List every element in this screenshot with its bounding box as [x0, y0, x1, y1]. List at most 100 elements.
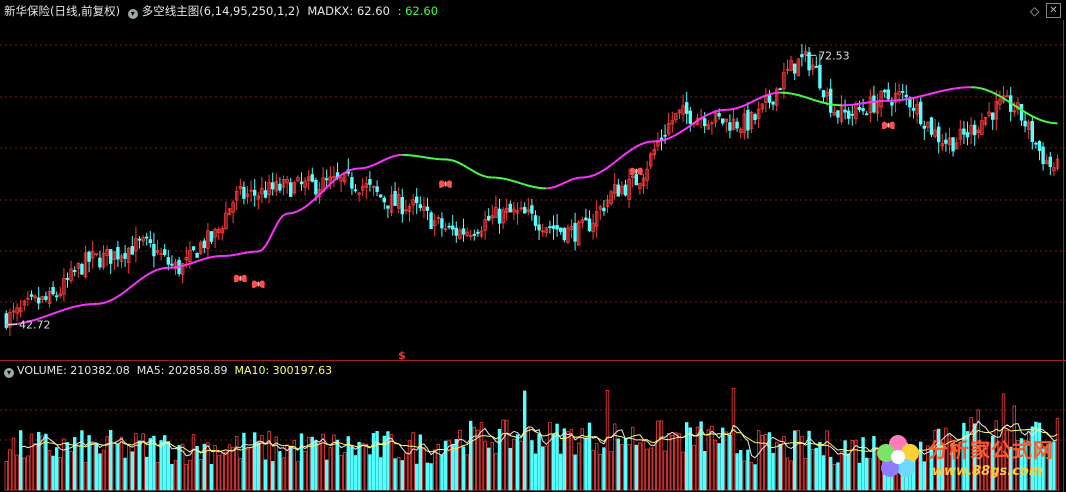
candle-body [587, 218, 592, 232]
madkx-segment [81, 303, 86, 307]
watermark: 分析家公式网 www.88gs.com [872, 426, 1062, 488]
butterfly-wing [636, 167, 643, 176]
volume-bar [865, 457, 869, 491]
madkx-segment [567, 178, 572, 183]
volume-menu-icon[interactable]: ▾ [4, 368, 14, 378]
madkx-segment [574, 176, 579, 180]
candle-body [929, 117, 934, 135]
candle-body [263, 190, 268, 198]
madkx-segment [103, 300, 108, 304]
candle-body [573, 223, 577, 242]
butterfly-wing [445, 180, 453, 188]
madkx-segment [45, 313, 50, 318]
volume-bar [94, 443, 98, 491]
candle-body [857, 107, 862, 110]
volume-bar [699, 421, 703, 491]
candle-body [98, 257, 102, 268]
candle-body [440, 218, 444, 229]
candle-body [202, 240, 206, 249]
s-marker: $ [398, 349, 406, 362]
volume-bar [854, 439, 858, 491]
volume-bar [137, 440, 142, 491]
madkx-segment [988, 90, 994, 94]
madkx-segment [816, 99, 821, 103]
volume-bar [55, 447, 59, 491]
volume-bar [850, 440, 854, 491]
volume-bar [623, 438, 628, 491]
volume-bar [285, 444, 289, 491]
candle-body [447, 225, 451, 228]
volume-bar [753, 464, 757, 491]
volume-bar [386, 431, 390, 491]
volume-bar [288, 445, 293, 491]
volume-bar [577, 442, 581, 491]
madkx-segment [906, 97, 911, 101]
volume-bar [861, 437, 865, 491]
madkx-segment [376, 160, 382, 165]
madkx-segment [1028, 113, 1033, 118]
candle-body [1048, 156, 1052, 168]
madkx-segment [56, 310, 61, 314]
madkx-segment [160, 267, 165, 270]
madkx-segment [603, 166, 609, 171]
candle-body [1030, 120, 1034, 142]
madkx-segment [340, 171, 346, 176]
volume-bar [825, 430, 829, 491]
candle-body [382, 197, 386, 203]
volume-bar [703, 450, 707, 491]
madkx-segment [146, 272, 151, 277]
volume-bar [400, 460, 404, 491]
candle-body [717, 113, 721, 117]
madkx-segment [787, 92, 792, 95]
candle-body [144, 236, 149, 239]
candle-body [962, 128, 966, 135]
volume-bar [681, 451, 685, 491]
madkx-segment [830, 103, 835, 106]
candle-body [1019, 103, 1024, 121]
volume-bar [634, 444, 638, 491]
candle-body [429, 212, 433, 230]
volume-bar [328, 447, 332, 491]
volume-bar [299, 433, 304, 491]
madkx-segment [131, 282, 137, 287]
candle-body [324, 178, 329, 181]
volume-bar [80, 430, 84, 491]
madkx-segment [664, 137, 670, 141]
madkx-segment [182, 263, 187, 267]
volume-bar [360, 442, 365, 491]
candle-body [350, 177, 354, 189]
volume-bar [785, 457, 790, 491]
volume-bar [591, 449, 595, 491]
madkx-segment [473, 170, 479, 175]
butterfly-wing [438, 180, 446, 188]
candle-body [991, 112, 995, 120]
candle-body [195, 252, 199, 258]
candle-body [836, 110, 840, 118]
madkx-segment [157, 267, 162, 271]
madkx-segment [715, 109, 720, 113]
volume-bar [512, 438, 516, 491]
candle-body [800, 54, 804, 58]
volume-bar [609, 451, 613, 491]
madkx-segment [510, 179, 515, 183]
madkx-segment [207, 256, 212, 259]
candlestick-chart[interactable]: 72.53 42.72 $ [0, 0, 1066, 492]
volume-bar [350, 446, 354, 491]
volume-bar [663, 450, 667, 491]
madkx-segment [1035, 117, 1040, 121]
volume-bar [342, 452, 347, 491]
candle-body [270, 182, 275, 190]
candle-body [87, 251, 91, 262]
candle-body [919, 101, 923, 125]
butterfly-wing [251, 280, 259, 289]
madkx-segment [196, 259, 202, 263]
madkx-segment [373, 162, 378, 166]
candle-body [461, 228, 466, 235]
volume-bar [548, 422, 552, 491]
candle-body [818, 64, 822, 89]
volume-bar [249, 447, 253, 491]
volume-bar [432, 449, 437, 491]
volume-bar [429, 463, 433, 491]
volume-bar [559, 453, 563, 491]
volume-bar [551, 433, 556, 491]
